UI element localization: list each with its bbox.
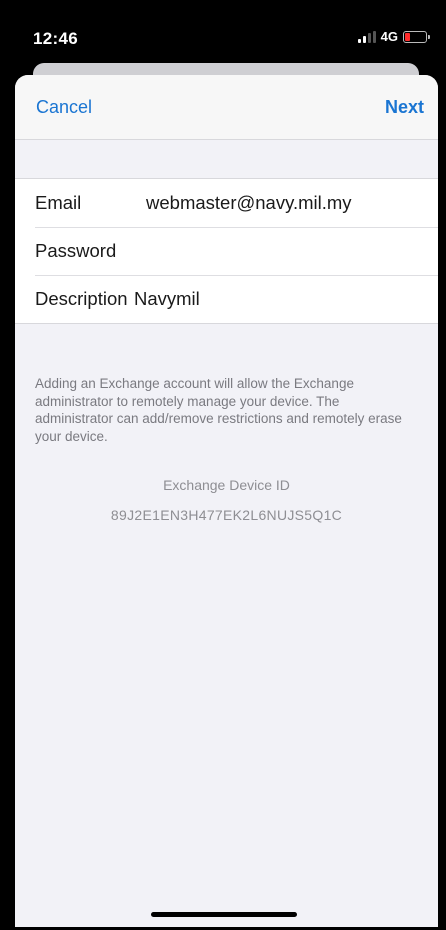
phone-screen: 12:46 4G Cancel Next Email webmaster@nav…: [0, 0, 446, 930]
network-type: 4G: [380, 29, 398, 44]
password-row[interactable]: Password: [15, 227, 438, 275]
device-id-label: Exchange Device ID: [163, 477, 290, 493]
description-field[interactable]: [134, 288, 414, 310]
description-label: Description: [35, 288, 128, 309]
next-button[interactable]: Next: [385, 97, 424, 118]
account-form: Email Password Description: [15, 178, 438, 324]
email-label: Email: [35, 192, 82, 213]
password-label: Password: [35, 240, 117, 261]
exchange-info-text: Adding an Exchange account will allow th…: [35, 376, 402, 444]
email-field[interactable]: [146, 192, 426, 214]
password-field[interactable]: [146, 240, 426, 262]
home-indicator[interactable]: [151, 912, 297, 917]
email-row[interactable]: Email: [15, 179, 438, 227]
cancel-button[interactable]: Cancel: [36, 97, 92, 118]
device-id-value: 89J2E1EN3H477EK2L6NUJS5Q1C: [110, 507, 343, 523]
status-time: 12:46: [33, 29, 78, 48]
battery-low-icon: [403, 30, 430, 43]
exchange-account-sheet: Cancel Next Email Password Description A…: [15, 75, 438, 927]
status-bar: 12:46 4G: [3, 3, 443, 65]
signal-icon: [357, 30, 376, 43]
status-indicators: 4G: [357, 29, 430, 44]
description-row[interactable]: Description: [15, 275, 438, 323]
navigation-bar: Cancel Next: [15, 75, 438, 140]
